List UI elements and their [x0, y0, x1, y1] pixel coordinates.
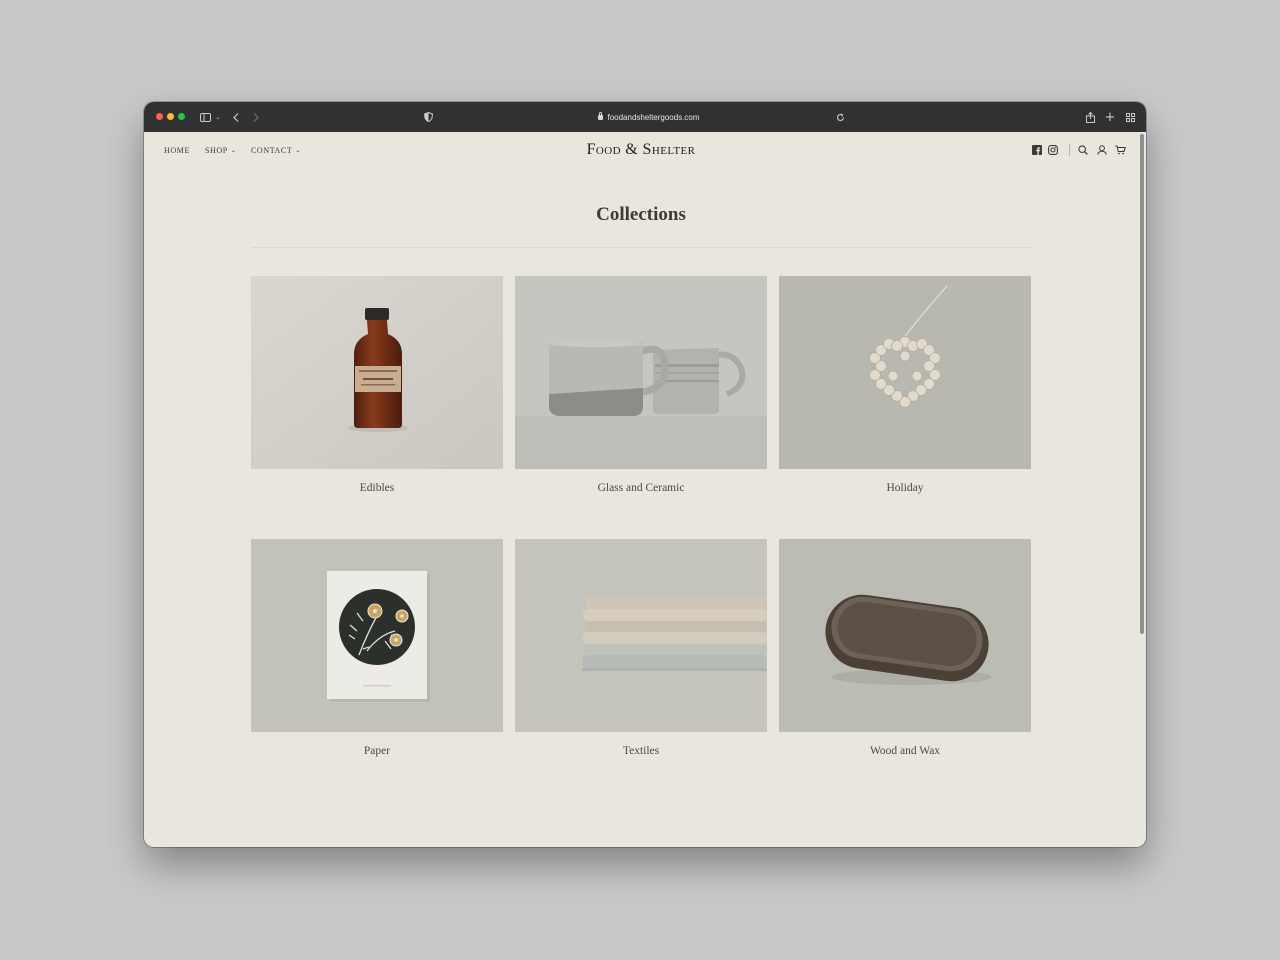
maple-syrup-bottle-image[interactable]: [251, 276, 503, 469]
sidebar-toggle-icon[interactable]: [198, 108, 212, 126]
back-arrow-icon[interactable]: [230, 108, 242, 126]
search-icon[interactable]: [1077, 144, 1089, 156]
close-window-button[interactable]: [156, 113, 163, 120]
collection-label[interactable]: Edibles: [251, 482, 503, 494]
collection-label[interactable]: Wood and Wax: [779, 745, 1031, 757]
browser-toolbar: ⌄ foodandsheltergoods.com +: [144, 102, 1146, 132]
instagram-icon[interactable]: [1047, 144, 1059, 156]
lock-icon: [598, 111, 604, 120]
cart-icon[interactable]: [1114, 144, 1126, 156]
site-logo[interactable]: Food & Shelter: [144, 141, 1138, 159]
floral-print-card-image[interactable]: [251, 539, 503, 732]
facebook-icon[interactable]: [1031, 144, 1043, 156]
share-icon[interactable]: [1084, 108, 1096, 126]
new-tab-icon[interactable]: +: [1104, 108, 1116, 126]
url-text: foodandsheltergoods.com: [607, 112, 700, 122]
browser-window: ⌄ foodandsheltergoods.com + HOME SHOP ⌄ …: [144, 102, 1146, 847]
zoom-window-button[interactable]: [178, 113, 185, 120]
wood-bead-star-ornament-image[interactable]: [779, 276, 1031, 469]
reload-icon[interactable]: [834, 108, 846, 126]
minimize-window-button[interactable]: [167, 113, 174, 120]
chevron-down-icon[interactable]: ⌄: [214, 108, 222, 126]
privacy-shield-icon[interactable]: [422, 108, 434, 126]
folded-linen-stack-image[interactable]: [515, 539, 767, 732]
scrollbar-thumb[interactable]: [1140, 134, 1144, 634]
page-title: Collections: [596, 204, 686, 225]
walnut-tray-image[interactable]: [779, 539, 1031, 732]
address-bar[interactable]: foodandsheltergoods.com: [444, 108, 854, 126]
collection-label[interactable]: Paper: [251, 745, 503, 757]
title-divider: [251, 247, 1031, 248]
collection-label[interactable]: Textiles: [515, 745, 767, 757]
tab-overview-icon[interactable]: [1124, 108, 1136, 126]
site-header: HOME SHOP ⌄ CONTACT ⌄ Food & Shelter: [144, 132, 1138, 170]
page-scrollbar[interactable]: [1138, 132, 1146, 847]
web-page: HOME SHOP ⌄ CONTACT ⌄ Food & Shelter Col…: [144, 132, 1138, 847]
collection-label[interactable]: Glass and Ceramic: [515, 482, 767, 494]
ceramic-mugs-image[interactable]: [515, 276, 767, 469]
collection-label[interactable]: Holiday: [779, 482, 1031, 494]
account-icon[interactable]: [1096, 144, 1108, 156]
header-divider: [1069, 144, 1070, 156]
forward-arrow-icon[interactable]: [250, 108, 262, 126]
